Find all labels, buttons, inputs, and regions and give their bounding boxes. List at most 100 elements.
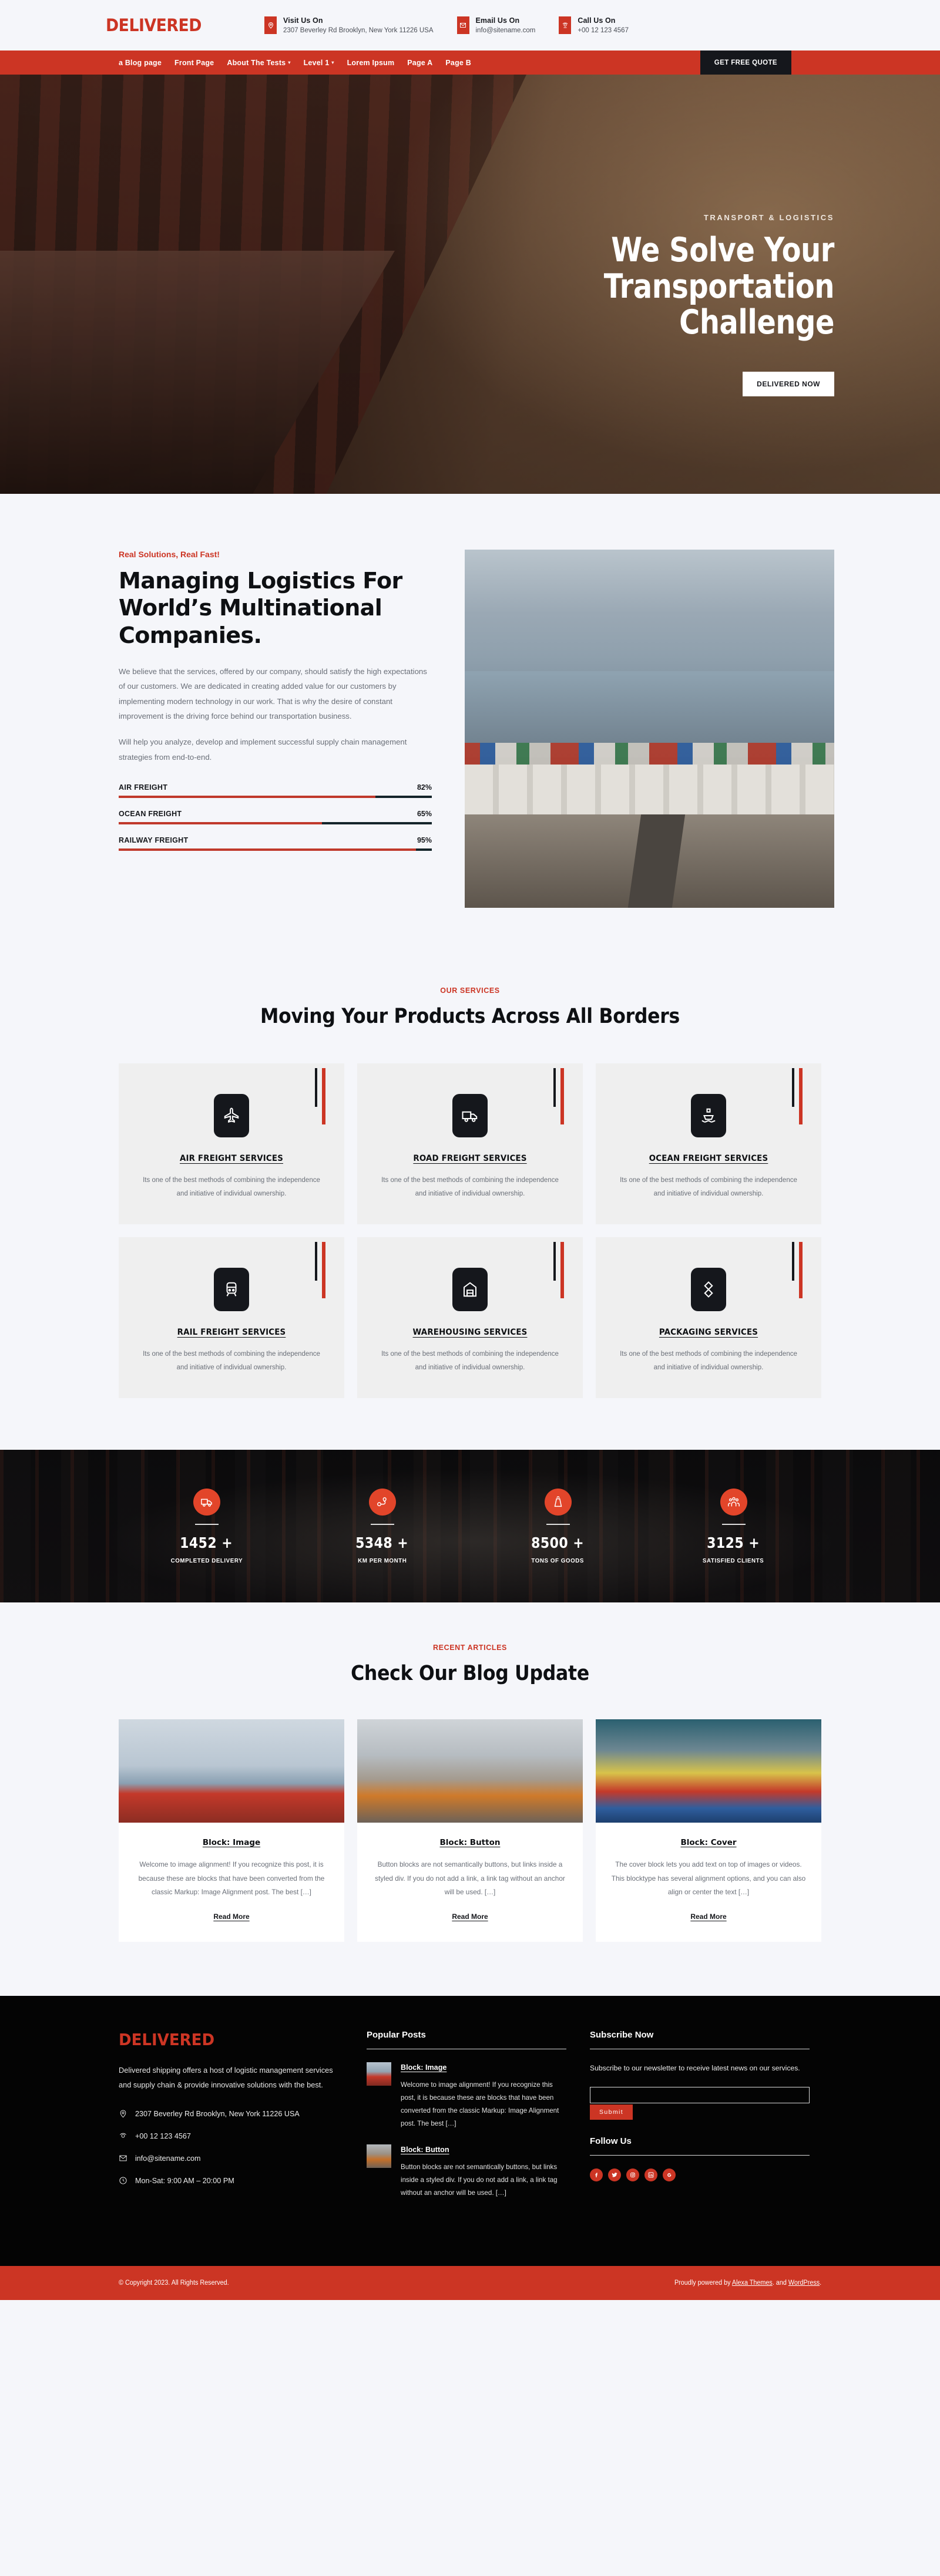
service-card-rail-freight[interactable]: RAIL FREIGHT SERVICES Its one of the bes… — [119, 1237, 344, 1398]
blog-card-title[interactable]: Block: Button — [371, 1838, 569, 1847]
contact-item-visit[interactable]: Visit Us On 2307 Beverley Rd Brooklyn, N… — [264, 16, 434, 34]
service-card-title[interactable]: ROAD FREIGHT SERVICES — [385, 1154, 554, 1163]
twitter-icon[interactable] — [608, 2168, 621, 2181]
service-card-text: Its one of the best methods of combining… — [143, 1351, 320, 1371]
nav-item-page-b[interactable]: Page B — [445, 59, 471, 67]
blog-thumbnail — [119, 1719, 344, 1823]
contact-item-phone[interactable]: Call Us On +00 12 123 4567 — [559, 16, 629, 34]
top-contact-bar: DELIVERED Visit Us On 2307 Beverley Rd B… — [0, 0, 940, 50]
service-card-road-freight[interactable]: ROAD FREIGHT SERVICES Its one of the bes… — [357, 1063, 583, 1224]
card-accent-bars — [792, 1242, 803, 1298]
powered-by-suffix: . — [819, 2279, 821, 2287]
blog-card-title[interactable]: Block: Image — [133, 1838, 330, 1847]
nav-item-page-a[interactable]: Page A — [407, 59, 432, 67]
blog-card-block-button[interactable]: Block: Button Button blocks are not sema… — [357, 1719, 583, 1942]
popular-post-thumbnail — [367, 2144, 391, 2168]
instagram-icon[interactable] — [626, 2168, 639, 2181]
subscribe-description: Subscribe to our newsletter to receive l… — [590, 2063, 800, 2072]
powered-by-prefix: Proudly powered by — [674, 2279, 732, 2287]
route-pin-icon — [368, 1488, 396, 1516]
service-card-title[interactable]: PACKAGING SERVICES — [624, 1328, 793, 1337]
airplane-icon — [214, 1094, 249, 1137]
nav-item-lorem-ipsum[interactable]: Lorem Ipsum — [347, 59, 395, 67]
skill-air-freight: AIR FREIGHT 82% — [119, 783, 432, 799]
subscribe-email-input[interactable] — [590, 2086, 810, 2103]
popular-post-item[interactable]: Block: Image Welcome to image alignment!… — [367, 2062, 566, 2130]
service-card-title[interactable]: WAREHOUSING SERVICES — [385, 1328, 554, 1337]
contact-title: Call Us On — [578, 16, 616, 25]
nav-item-label: Lorem Ipsum — [347, 58, 395, 67]
footer-address-value: 2307 Beverley Rd Brooklyn, New York 1122… — [135, 2109, 300, 2118]
blog-eyebrow: RECENT ARTICLES — [433, 1644, 507, 1652]
blog-card-title[interactable]: Block: Cover — [610, 1838, 807, 1847]
blog-title: Check Our Blog Update — [351, 1662, 589, 1685]
services-title: Moving Your Products Across All Borders — [260, 1005, 680, 1028]
skill-label: AIR FREIGHT — [119, 783, 168, 792]
about-paragraph-2: Will help you analyze, develop and imple… — [119, 738, 407, 762]
site-footer: DELIVERED Delivered shipping offers a ho… — [0, 1995, 940, 2266]
footer-hours: Mon-Sat: 9:00 AM – 20:00 PM — [119, 2175, 343, 2187]
skill-bars: AIR FREIGHT 82% OCEAN FREIGHT 65% RAILWA… — [119, 783, 432, 851]
contact-value: 2307 Beverley Rd Brooklyn, New York 1122… — [283, 27, 434, 34]
skill-label: RAILWAY FREIGHT — [119, 836, 189, 845]
service-card-ocean-freight[interactable]: OCEAN FREIGHT SERVICES Its one of the be… — [596, 1063, 821, 1224]
skill-label: OCEAN FREIGHT — [119, 810, 182, 819]
nav-item-front-page[interactable]: Front Page — [174, 59, 214, 67]
about-title: Managing Logistics For World’s Multinati… — [119, 568, 402, 648]
popular-post-title[interactable]: Block: Button — [401, 2146, 449, 2154]
site-logo[interactable]: DELIVERED — [106, 15, 251, 35]
about-port-image — [465, 550, 834, 908]
google-icon[interactable] — [663, 2168, 676, 2181]
service-card-title[interactable]: AIR FREIGHT SERVICES — [147, 1154, 315, 1163]
service-card-air-freight[interactable]: AIR FREIGHT SERVICES Its one of the best… — [119, 1063, 344, 1224]
stat-number: 8500 + — [531, 1534, 585, 1551]
skill-railway-freight: RAILWAY FREIGHT 95% — [119, 836, 432, 851]
stat-label: KM PER MONTH — [357, 1557, 407, 1564]
read-more-link[interactable]: Read More — [690, 1912, 726, 1921]
popular-post-title[interactable]: Block: Image — [401, 2063, 446, 2072]
service-card-title[interactable]: RAIL FREIGHT SERVICES — [147, 1328, 315, 1337]
footer-phone-value: +00 12 123 4567 — [135, 2131, 191, 2140]
contact-item-email[interactable]: Email Us On info@sitename.com — [456, 16, 536, 34]
read-more-link[interactable]: Read More — [452, 1912, 488, 1921]
skill-value: 95% — [417, 836, 432, 845]
nav-item-label: Page B — [445, 58, 471, 67]
alexa-themes-link[interactable]: Alexa Themes — [732, 2279, 773, 2287]
delivered-now-button[interactable]: DELIVERED NOW — [743, 371, 834, 396]
service-card-warehousing[interactable]: WAREHOUSING SERVICES Its one of the best… — [357, 1237, 583, 1398]
card-accent-bars — [792, 1068, 803, 1124]
hero-title-line1: We Solve Your — [611, 231, 834, 270]
service-card-title[interactable]: OCEAN FREIGHT SERVICES — [624, 1154, 793, 1163]
nav-item-level-1[interactable]: Level 1 ▾ — [304, 59, 334, 67]
service-card-packaging[interactable]: PACKAGING SERVICES Its one of the best m… — [596, 1237, 821, 1398]
blog-card-block-image[interactable]: Block: Image Welcome to image alignment!… — [119, 1719, 344, 1942]
divider — [590, 2154, 810, 2156]
service-card-text: Its one of the best methods of combining… — [620, 1177, 797, 1197]
popular-post-thumbnail — [367, 2062, 391, 2086]
services-eyebrow: OUR SERVICES — [440, 986, 500, 995]
ship-icon — [691, 1094, 726, 1137]
blog-card-block-cover[interactable]: Block: Cover The cover block lets you ad… — [596, 1719, 821, 1942]
get-free-quote-button[interactable]: GET FREE QUOTE — [700, 50, 791, 75]
nav-item-a-blog-page[interactable]: a Blog page — [119, 59, 162, 67]
service-card-text: Its one of the best methods of combining… — [620, 1351, 797, 1371]
package-icon — [691, 1268, 726, 1311]
popular-post-item[interactable]: Block: Button Button blocks are not sema… — [367, 2144, 566, 2200]
facebook-icon[interactable] — [590, 2168, 603, 2181]
nav-item-about-the-tests[interactable]: About The Tests ▾ — [227, 59, 290, 67]
subscribe-submit-button[interactable]: Submit — [590, 2104, 633, 2120]
stat-label: SATISFIED CLIENTS — [703, 1557, 764, 1564]
skill-track — [119, 796, 432, 799]
stat-tons-of-goods: 8500 + TONS OF GOODS — [470, 1450, 646, 1602]
wordpress-link[interactable]: WordPress — [788, 2279, 820, 2287]
location-pin-icon — [120, 2110, 126, 2118]
image-white-container-band — [465, 765, 834, 815]
linkedin-icon[interactable] — [644, 2168, 657, 2181]
nav-links: a Blog page Front Page About The Tests ▾ … — [106, 59, 471, 67]
card-accent-bars — [315, 1242, 325, 1298]
nav-item-label: Page A — [407, 58, 433, 67]
footer-logo[interactable]: DELIVERED — [119, 2030, 327, 2049]
contact-value: info@sitename.com — [475, 27, 536, 34]
stat-label: COMPLETED DELIVERY — [170, 1557, 243, 1564]
read-more-link[interactable]: Read More — [213, 1912, 249, 1921]
